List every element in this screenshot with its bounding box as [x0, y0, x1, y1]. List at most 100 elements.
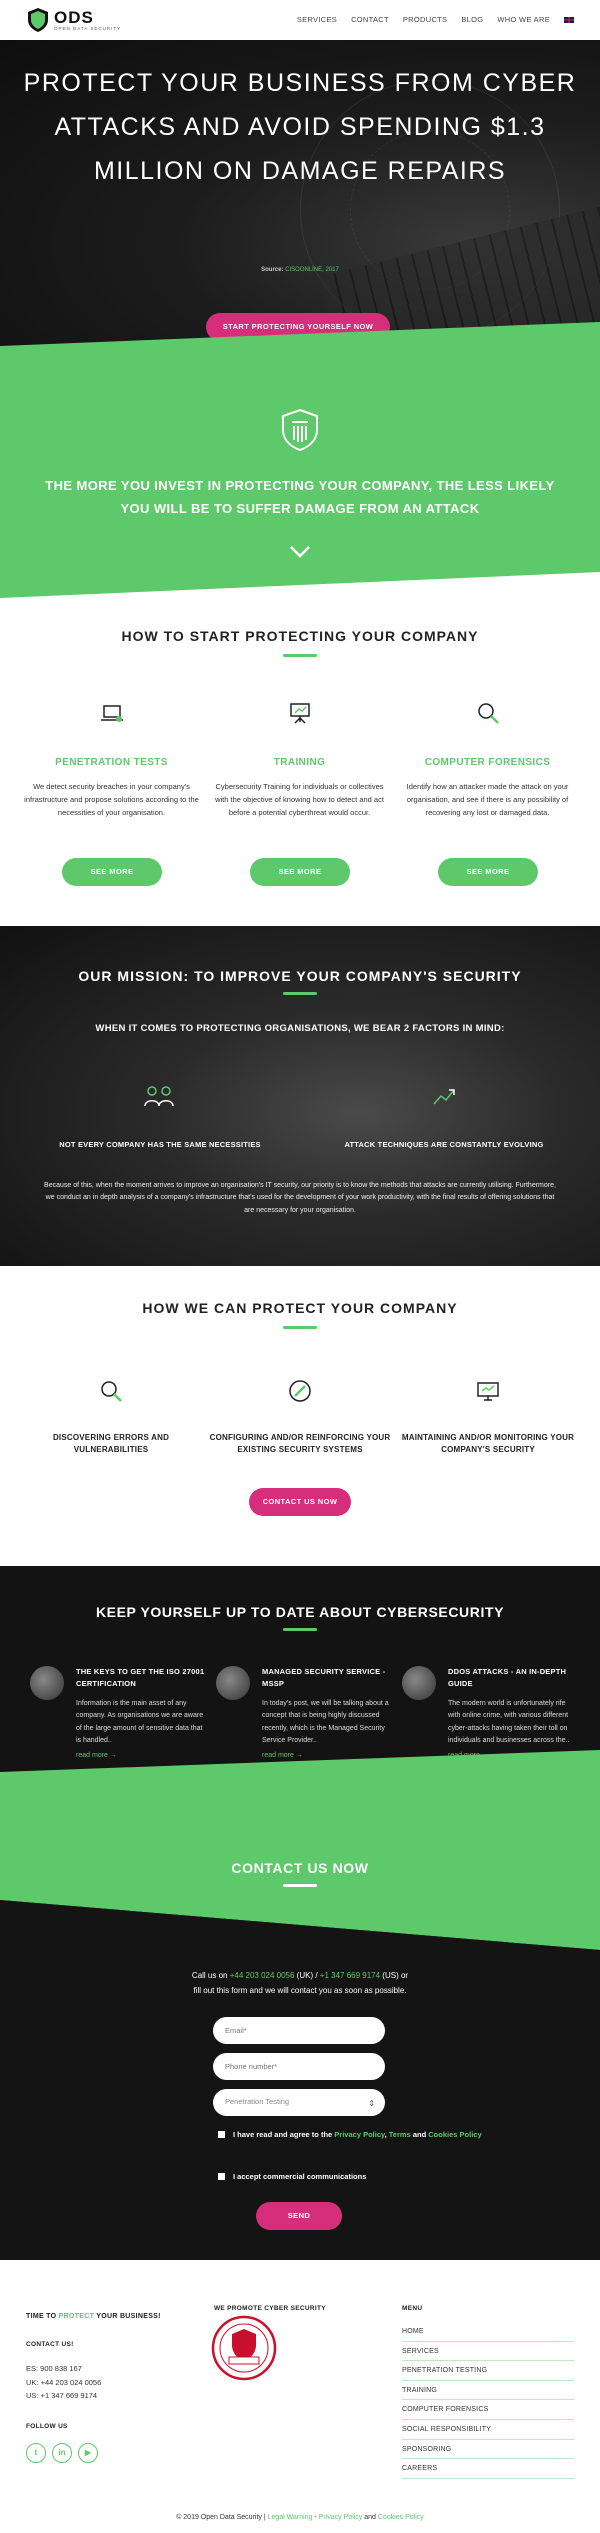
- chevron-down-icon[interactable]: [288, 544, 312, 560]
- email-field[interactable]: [213, 2017, 385, 2044]
- nav-products[interactable]: PRODUCTS: [403, 15, 448, 26]
- logo-text: ODS: [54, 7, 94, 27]
- service-title: PENETRATION TESTS: [55, 756, 168, 768]
- blog-title: KEEP YOURSELF UP TO DATE ABOUT CYBERSECU…: [95, 1604, 505, 1620]
- consent-text: I have read and agree to the: [233, 2130, 335, 2139]
- see-more-button[interactable]: SEE MORE: [438, 858, 538, 886]
- post-thumbnail[interactable]: [402, 1666, 436, 1700]
- settings-icon: [289, 1380, 311, 1402]
- post-title[interactable]: THE KEYS TO GET THE ISO 27001 CERTIFICAT…: [76, 1666, 206, 1690]
- commercial-consent: I accept commercial communications: [218, 2170, 366, 2183]
- service-card: TRAINING Cybersecurity Training for indi…: [212, 700, 387, 819]
- privacy-checkbox[interactable]: [218, 2131, 225, 2138]
- post-title[interactable]: DDOS ATTACKS - AN IN-DEPTH GUIDE: [448, 1666, 578, 1690]
- service-select[interactable]: Penetration Testing ⇕: [213, 2089, 385, 2116]
- uk-flag-icon[interactable]: [564, 17, 574, 23]
- see-more-button[interactable]: SEE MORE: [62, 858, 162, 886]
- protect-title: HOW WE CAN PROTECT YOUR COMPANY: [142, 1300, 458, 1316]
- service-text: Cybersecurity Training for individuals o…: [215, 782, 384, 818]
- post-thumbnail[interactable]: [30, 1666, 64, 1700]
- post-thumbnail[interactable]: [216, 1666, 250, 1700]
- call-us-prefix: Call us on: [191, 1971, 230, 1980]
- footer-menu-training[interactable]: TRAINING: [402, 2381, 574, 2401]
- cybersecurity-badge-icon[interactable]: [211, 2315, 277, 2381]
- post-title[interactable]: MANAGED SECURITY SERVICE - MSSP: [262, 1666, 392, 1690]
- footer-contact-heading: CONTACT US!: [26, 2341, 74, 2348]
- copyright-and: and: [362, 2514, 378, 2521]
- service-title: COMPUTER FORENSICS: [424, 756, 551, 768]
- service-text: We detect security breaches in your comp…: [24, 782, 199, 818]
- evolution-icon: [433, 1089, 455, 1105]
- nav-blog[interactable]: BLOG: [461, 15, 483, 26]
- footer-phone-us[interactable]: US: +1 347 669 9174: [26, 2389, 101, 2403]
- linkedin-icon[interactable]: in: [52, 2443, 72, 2463]
- footer-promote-heading: WE PROMOTE CYBER SECURITY: [214, 2305, 326, 2312]
- footer-menu-social-responsibility[interactable]: SOCIAL RESPONSIBILITY: [402, 2420, 574, 2440]
- service-card: PENETRATION TESTS We detect security bre…: [24, 700, 199, 819]
- footer-menu-sponsoring[interactable]: SPONSORING: [402, 2440, 574, 2460]
- blog-post: MANAGED SECURITY SERVICE - MSSP In today…: [216, 1666, 392, 1761]
- contact-section: CONTACT US NOW Call us on +44 203 024 00…: [0, 1750, 600, 2260]
- protect-item: CONFIGURING AND/OR REINFORCING YOUR EXIS…: [205, 1378, 395, 1457]
- logo[interactable]: ODS OPEN DATA SECURITY: [26, 7, 121, 33]
- title-underline: [283, 992, 317, 995]
- services-title: HOW TO START PROTECTING YOUR COMPANY: [121, 628, 479, 644]
- site-footer: TIME TO PROTECT YOUR BUSINESS! CONTACT U…: [0, 2260, 600, 2485]
- footer-phone-uk[interactable]: UK: +44 203 024 0056: [26, 2376, 101, 2390]
- privacy-policy-link[interactable]: Privacy Policy: [334, 2130, 384, 2139]
- and-text: and: [410, 2130, 429, 2139]
- copyright: © 2019 Open Data Security | Legal Warnin…: [0, 2513, 600, 2523]
- phone-field[interactable]: [213, 2053, 385, 2080]
- contact-us-button[interactable]: CONTACT US NOW: [249, 1488, 351, 1516]
- footer-menu-home[interactable]: HOME: [402, 2322, 574, 2342]
- services-section: HOW TO START PROTECTING YOUR COMPANY PEN…: [0, 604, 600, 924]
- cookies-policy-link[interactable]: Cookies Policy: [428, 2130, 481, 2139]
- see-more-button[interactable]: SEE MORE: [250, 858, 350, 886]
- terms-link[interactable]: Terms: [389, 2130, 411, 2139]
- protect-item: DISCOVERING ERRORS AND VULNERABILITIES: [16, 1378, 206, 1457]
- mission-section: OUR MISSION: TO IMPROVE YOUR COMPANY'S S…: [0, 926, 600, 1266]
- footer-phone-es[interactable]: ES: 900 838 167: [26, 2362, 101, 2376]
- hero-source-link[interactable]: CISOONLINE, 2017: [285, 267, 339, 273]
- privacy-consent: I have read and agree to the Privacy Pol…: [218, 2128, 482, 2141]
- nav-services[interactable]: SERVICES: [297, 15, 337, 26]
- phone-uk-link[interactable]: +44 203 024 0056: [230, 1971, 295, 1980]
- phone-us-link[interactable]: +1 347 669 9174: [320, 1971, 380, 1980]
- green-band: THE MORE YOU INVEST IN PROTECTING YOUR C…: [0, 322, 600, 622]
- privacy-policy-link[interactable]: Privacy Policy: [319, 2514, 363, 2521]
- mission-title: OUR MISSION: TO IMPROVE YOUR COMPANY'S S…: [78, 968, 522, 984]
- hero-source: Source: CISOONLINE, 2017: [0, 266, 600, 275]
- footer-follow-heading: FOLLOW US: [26, 2423, 68, 2430]
- us-label: (US) or: [380, 1971, 409, 1980]
- laptop-icon: [100, 705, 123, 722]
- send-button[interactable]: SEND: [256, 2202, 342, 2230]
- commercial-checkbox[interactable]: [218, 2173, 225, 2180]
- magnifier-icon: [477, 703, 499, 724]
- legal-warning-link[interactable]: Legal Warning: [268, 2514, 313, 2521]
- footer-menu-heading: MENU: [402, 2305, 423, 2312]
- service-title: TRAINING: [273, 756, 326, 768]
- footer-menu-computer-forensics[interactable]: COMPUTER FORENSICS: [402, 2400, 574, 2420]
- select-arrows-icon: ⇕: [368, 2099, 375, 2108]
- footer-phones: ES: 900 838 167 UK: +44 203 024 0056 US:…: [26, 2362, 101, 2403]
- tagline-part: YOUR BUSINESS!: [94, 2313, 161, 2320]
- youtube-icon[interactable]: ▶: [78, 2443, 98, 2463]
- footer-menu-services[interactable]: SERVICES: [402, 2342, 574, 2362]
- post-excerpt: Information is the main asset of any com…: [76, 1700, 204, 1744]
- nav-who-we-are[interactable]: WHO WE ARE: [497, 15, 550, 26]
- footer-menu-penetration-testing[interactable]: PENETRATION TESTING: [402, 2361, 574, 2381]
- protect-item-text: MAINTAINING AND/OR MONITORING YOUR COMPA…: [401, 1432, 575, 1455]
- mission-factor-1: NOT EVERY COMPANY HAS THE SAME NECESSITI…: [59, 1140, 261, 1149]
- mission-factor-2: ATTACK TECHNIQUES ARE CONSTANTLY EVOLVIN…: [344, 1140, 544, 1149]
- team-icon: [144, 1086, 174, 1107]
- tagline-part: TIME TO: [26, 2313, 59, 2320]
- twitter-icon[interactable]: t: [26, 2443, 46, 2463]
- cookies-policy-link[interactable]: Cookies Policy: [378, 2514, 424, 2521]
- service-select-value: Penetration Testing: [225, 2097, 290, 2107]
- footer-menu-careers[interactable]: CAREERS: [402, 2459, 574, 2479]
- bottom-bar: © 2019 Open Data Security | Legal Warnin…: [0, 2485, 600, 2533]
- post-excerpt: The modern world is unfortunately rife w…: [448, 1700, 570, 1744]
- uk-label: (UK) /: [294, 1971, 320, 1980]
- nav-contact[interactable]: CONTACT: [351, 15, 389, 26]
- post-excerpt: In today's post, we will be talking abou…: [262, 1700, 389, 1744]
